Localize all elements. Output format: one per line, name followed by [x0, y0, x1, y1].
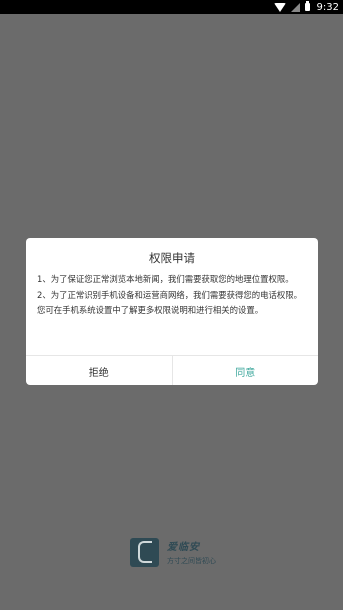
dialog-paragraph-location: 1、为了保证您正常浏览本地新闻，我们需要获取您的地理位置权限。 — [37, 274, 294, 284]
reject-button[interactable]: 拒绝 — [26, 356, 173, 385]
battery-icon — [304, 1, 310, 11]
dialog-title: 权限申请 — [149, 251, 195, 265]
permission-dialog: 权限申请 1、为了保证您正常浏览本地新闻，我们需要获取您的地理位置权限。 2、为… — [26, 238, 318, 385]
brand-footer: 爱临安 方寸之间皆初心 — [130, 537, 216, 567]
app-logo-icon — [130, 537, 159, 567]
brand-text: 爱临安 方寸之间皆初心 — [167, 538, 216, 566]
brand-slogan: 方寸之间皆初心 — [167, 557, 216, 565]
status-bar: 9:32 — [0, 0, 343, 14]
status-icons: 9:32 — [273, 0, 339, 14]
dialog-paragraph-phone: 2、为了正常识别手机设备和运营商网络，我们需要获得您的电话权限。 — [37, 289, 302, 300]
dialog-actions: 拒绝 同意 — [26, 355, 318, 385]
brand-name: 爱临安 — [167, 542, 200, 553]
signal-icon — [290, 2, 300, 12]
status-time: 9:32 — [316, 1, 339, 13]
dialog-paragraph-settings: 您可在手机系统设置中了解更多权限说明和进行相关的设置。 — [37, 305, 264, 316]
wifi-icon — [273, 2, 286, 12]
dialog-body: 1、为了保证您正常浏览本地新闻，我们需要获取您的地理位置权限。 2、为了正常识别… — [37, 272, 309, 319]
agree-button[interactable]: 同意 — [173, 356, 319, 385]
